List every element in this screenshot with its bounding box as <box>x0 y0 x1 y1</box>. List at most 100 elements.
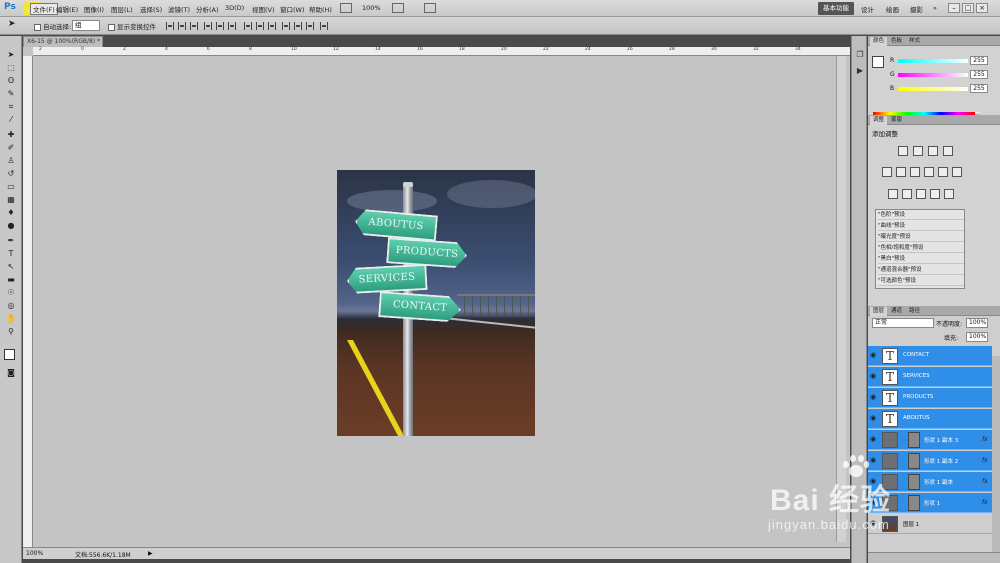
shape-tool-icon[interactable]: ▬ <box>5 275 17 285</box>
status-menu-arrow[interactable]: ▶ <box>148 550 153 557</box>
vibrance-icon[interactable] <box>882 167 892 177</box>
actions-panel-icon[interactable]: ▶ <box>855 66 865 76</box>
3d-rotate-icon[interactable]: ☉ <box>5 288 17 298</box>
exposure-icon[interactable] <box>943 146 953 156</box>
opacity-field[interactable]: 100% <box>966 318 988 328</box>
layer-row[interactable]: ◉ T ABOUTUS <box>868 409 992 429</box>
layer-effects-icon[interactable]: fx <box>982 457 988 464</box>
menu-3d[interactable]: 3D(D) <box>225 4 244 12</box>
red-gradient[interactable] <box>898 59 968 63</box>
screen-mode-icon[interactable] <box>340 3 352 13</box>
gradient-tool-icon[interactable]: ▦ <box>5 195 17 205</box>
posterize-icon[interactable] <box>902 189 912 199</box>
auto-align-icon[interactable] <box>320 22 328 30</box>
path-select-icon[interactable]: ↖ <box>5 262 17 272</box>
quick-select-tool-icon[interactable]: ✎ <box>5 89 17 99</box>
preset-black-white[interactable]: "黑白"预设 <box>878 255 964 264</box>
menu-file[interactable]: 文件(F) <box>30 3 58 15</box>
preset-channel-mixer[interactable]: "通道混合器"预设 <box>878 266 964 275</box>
lasso-tool-icon[interactable]: ʘ <box>5 76 17 86</box>
dodge-tool-icon[interactable]: ● <box>5 221 17 231</box>
distribute-hcenter-icon[interactable] <box>294 22 302 30</box>
move-tool-icon[interactable]: ➤ <box>5 50 17 60</box>
healing-brush-icon[interactable]: ✚ <box>5 130 17 140</box>
menu-filter[interactable]: 滤镜(T) <box>168 4 190 14</box>
fill-field[interactable]: 100% <box>966 332 988 342</box>
show-transform-checkbox[interactable] <box>108 23 115 31</box>
hand-tool-icon[interactable]: ✋ <box>5 314 17 324</box>
layer-row[interactable]: ◉ T SERVICES <box>868 367 992 387</box>
align-hcenter-icon[interactable] <box>216 22 224 30</box>
zoom-level[interactable]: 100% <box>362 4 381 12</box>
photo-filter-icon[interactable] <box>938 167 948 177</box>
show-transform-row[interactable]: 显示变换控件 <box>108 21 156 31</box>
selective-color-icon[interactable] <box>944 189 954 199</box>
status-zoom[interactable]: 100% <box>26 550 43 557</box>
preset-selective-color[interactable]: "可选颜色"预设 <box>878 277 964 286</box>
maximize-button[interactable]: □ <box>962 3 974 13</box>
auto-select-checkbox-row[interactable]: 自动选择: <box>34 21 71 31</box>
distribute-right-icon[interactable] <box>306 22 314 30</box>
color-balance-icon[interactable] <box>910 167 920 177</box>
crop-tool-icon[interactable]: ⌗ <box>5 102 17 112</box>
visibility-eye-icon[interactable]: ◉ <box>870 435 878 443</box>
minimize-button[interactable]: – <box>948 3 960 13</box>
distribute-left-icon[interactable] <box>282 22 290 30</box>
black-white-icon[interactable] <box>924 167 934 177</box>
eraser-tool-icon[interactable]: ▭ <box>5 182 17 192</box>
pen-tool-icon[interactable]: ✒ <box>5 236 17 246</box>
green-slider[interactable]: G 255 <box>886 70 996 80</box>
document-tab[interactable]: X6-15 @ 100%(RGB/8) * <box>23 36 103 47</box>
zoom-tool-icon[interactable]: ⚲ <box>5 327 17 337</box>
menu-edit[interactable]: 编辑(E) <box>56 4 78 14</box>
close-button[interactable]: × <box>976 3 988 13</box>
preset-levels[interactable]: "色阶"预设 <box>878 211 964 220</box>
blue-value[interactable]: 255 <box>970 84 988 93</box>
channel-mixer-icon[interactable] <box>952 167 962 177</box>
layers-scrollbar[interactable] <box>992 356 1000 561</box>
3d-orbit-icon[interactable]: ◎ <box>5 301 17 311</box>
workspace-design[interactable]: 设计 <box>861 4 874 14</box>
layer-row[interactable]: ◉ 形状 1 副本 3 fx <box>868 430 992 450</box>
blend-mode-select[interactable]: 正常 <box>872 318 934 328</box>
brush-tool-icon[interactable]: ✐ <box>5 143 17 153</box>
visibility-eye-icon[interactable]: ◉ <box>870 372 878 380</box>
align-bottom-icon[interactable] <box>190 22 198 30</box>
preset-hue-saturation[interactable]: "色相/饱和度"预设 <box>878 244 964 253</box>
arrange-documents-icon[interactable] <box>392 3 404 13</box>
move-tool-icon[interactable]: ➤ <box>8 19 16 29</box>
tab-layers[interactable]: 图层 <box>870 307 888 316</box>
red-slider[interactable]: R 255 <box>886 56 996 66</box>
green-value[interactable]: 255 <box>970 70 988 79</box>
distribute-bottom-icon[interactable] <box>268 22 276 30</box>
menu-help[interactable]: 帮助(H) <box>309 4 332 14</box>
foreground-color-swatch[interactable] <box>4 349 15 360</box>
layer-row[interactable]: ◉ T PRODUCTS <box>868 388 992 408</box>
tab-color[interactable]: 颜色 <box>870 37 888 46</box>
color-panel-foreground[interactable] <box>872 56 884 68</box>
workspace-more[interactable]: » <box>933 4 937 12</box>
blur-tool-icon[interactable]: ♦ <box>5 208 17 218</box>
align-left-icon[interactable] <box>204 22 212 30</box>
workspace-essentials-button[interactable]: 基本功能 <box>818 2 854 15</box>
extras-icon[interactable] <box>424 3 436 13</box>
tab-adjustments[interactable]: 调整 <box>870 116 888 125</box>
workspace-photography[interactable]: 摄影 <box>910 4 923 14</box>
history-panel-icon[interactable]: ❐ <box>855 50 865 60</box>
layer-effects-icon[interactable]: fx <box>982 436 988 443</box>
tab-styles[interactable]: 样式 <box>906 37 923 46</box>
preset-exposure[interactable]: "曝光度"预设 <box>878 233 964 242</box>
preset-curves[interactable]: "曲线"预设 <box>878 222 964 231</box>
visibility-eye-icon[interactable]: ◉ <box>870 393 878 401</box>
menu-analysis[interactable]: 分析(A) <box>196 4 219 14</box>
gradient-map-icon[interactable] <box>930 189 940 199</box>
clone-stamp-icon[interactable]: ♙ <box>5 156 17 166</box>
auto-select-dropdown[interactable]: 组 <box>72 20 100 31</box>
green-gradient[interactable] <box>898 73 968 77</box>
menu-window[interactable]: 窗口(W) <box>280 4 305 14</box>
tab-paths[interactable]: 路径 <box>906 307 923 316</box>
history-brush-icon[interactable]: ↺ <box>5 169 17 179</box>
levels-icon[interactable] <box>913 146 923 156</box>
menu-select[interactable]: 选择(S) <box>140 4 162 14</box>
distribute-vcenter-icon[interactable] <box>256 22 264 30</box>
